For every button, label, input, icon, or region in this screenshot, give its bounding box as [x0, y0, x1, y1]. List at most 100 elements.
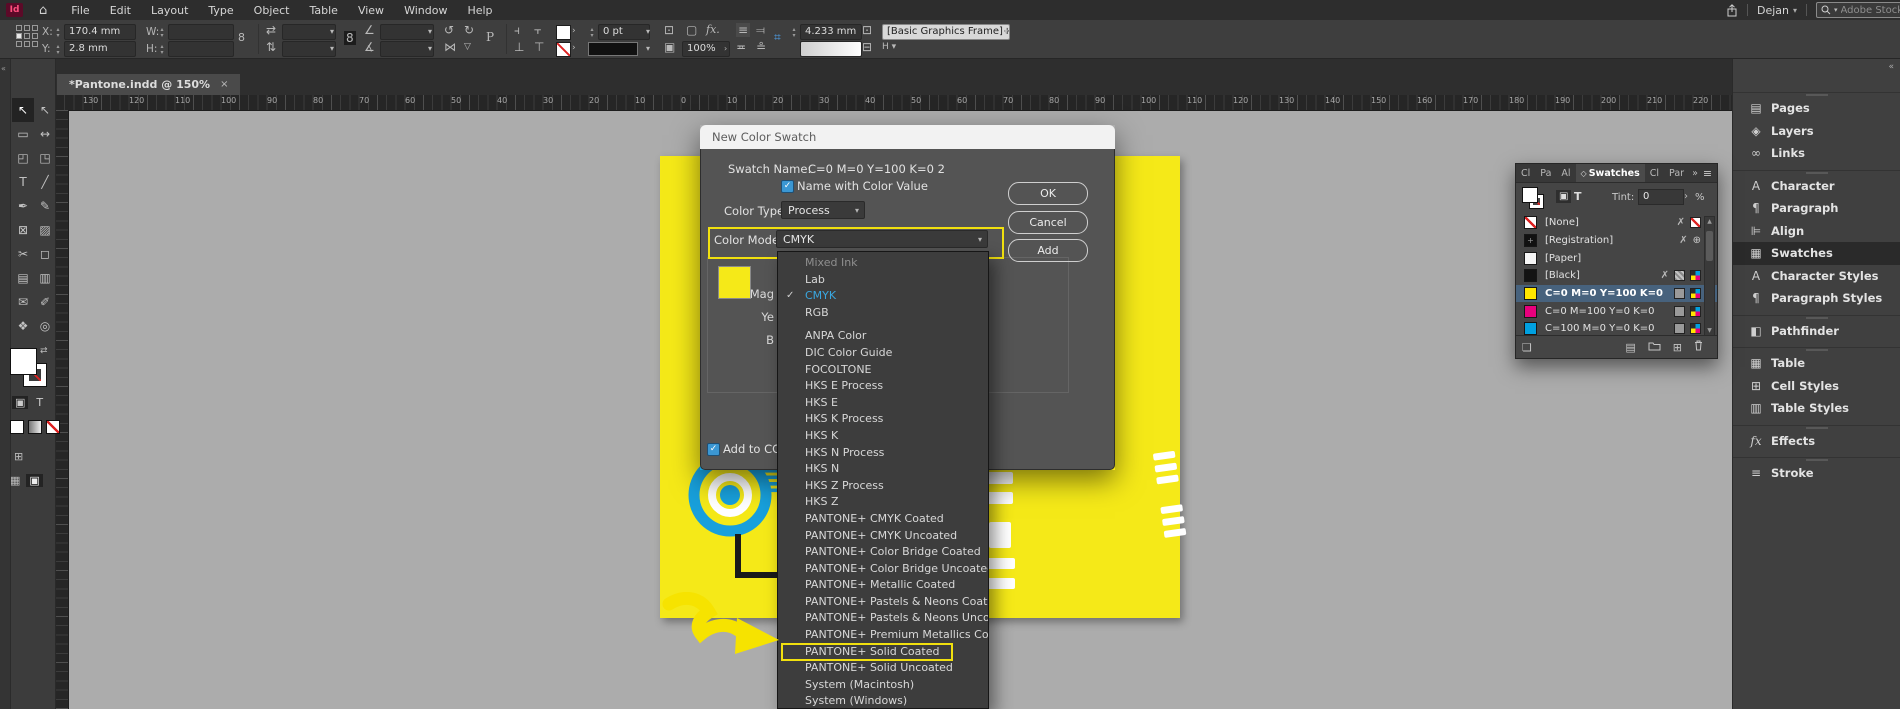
swatch-row-c-0-m-0-y-100-k-0[interactable]: C=0 M=0 Y=100 K=0 — [1516, 285, 1717, 303]
reference-point-proxy[interactable] — [16, 25, 39, 48]
rotation-chevron-icon[interactable]: ▾ — [428, 25, 432, 39]
object-style-select[interactable]: [Basic Graphics Frame]+ — [882, 24, 1010, 40]
formatting-affects-container-icon[interactable]: ▣ — [12, 396, 28, 409]
scroll-down-icon[interactable]: ▼ — [1705, 327, 1714, 334]
hand-tool[interactable]: ❖ — [12, 314, 34, 338]
dialog-titlebar[interactable]: New Color Swatch — [700, 125, 1115, 149]
color-mode-option-focoltone[interactable]: FOCOLTONE — [778, 362, 988, 379]
menu-layout[interactable]: Layout — [141, 2, 198, 19]
view-options-icon[interactable]: ⊞ — [14, 450, 23, 463]
align-top-icon[interactable]: ≖ — [736, 40, 746, 54]
free-transform-tool[interactable]: ◻ — [34, 242, 56, 266]
flip-horizontal-icon[interactable]: ⇄ — [266, 23, 276, 37]
formatting-affects-text-icon[interactable]: T — [36, 396, 43, 409]
corner-size-stepper[interactable]: ▴▾ — [790, 27, 798, 39]
color-mode-option-hks-k-process[interactable]: HKS K Process — [778, 411, 988, 428]
stroke-style-swatch[interactable] — [588, 42, 638, 56]
fill-color-proxy[interactable] — [10, 348, 37, 375]
color-mode-option-cmyk[interactable]: ✓CMYK — [778, 288, 988, 305]
home-icon[interactable]: ⌂ — [39, 3, 47, 18]
rectangle-tool[interactable]: ▨ — [34, 218, 56, 242]
dock-item-paragraph-styles[interactable]: ¶Paragraph Styles — [1733, 287, 1900, 310]
menu-type[interactable]: Type — [198, 2, 243, 19]
flip-icon[interactable]: ⋈ — [444, 40, 456, 54]
select-container-icon[interactable]: ⫞ — [514, 23, 520, 37]
wrap-options-icon[interactable]: H ▾ — [882, 40, 896, 54]
apply-gradient-icon[interactable] — [28, 420, 42, 434]
panel-tab-al[interactable]: Al — [1556, 164, 1575, 182]
rotate-ccw-icon[interactable]: ↺ — [444, 23, 454, 37]
expand-dock-icon[interactable]: « — [1888, 62, 1894, 72]
scale-y-chevron-icon[interactable]: ▾ — [330, 42, 334, 56]
tint-field[interactable]: 0 — [1638, 189, 1684, 205]
object-style-chevron-icon[interactable]: ▾ — [1004, 25, 1008, 39]
page-tool[interactable]: ▭ — [12, 122, 34, 146]
align-indent-icon[interactable]: ⫤ — [756, 23, 765, 37]
dock-item-layers[interactable]: ◈Layers — [1733, 120, 1900, 143]
text-wrap-icon[interactable]: ⊡ — [862, 23, 872, 37]
dock-item-character-styles[interactable]: ACharacter Styles — [1733, 265, 1900, 288]
rotation-angle-field[interactable] — [380, 24, 434, 40]
scale-x-chevron-icon[interactable]: ▾ — [330, 25, 334, 39]
h-stepper[interactable]: ▴▾ — [158, 44, 166, 56]
corner-options-icon[interactable]: ⊡ — [664, 23, 674, 37]
selection-tool[interactable]: ↖ — [12, 98, 34, 122]
swatch-row-registration[interactable]: +[Registration]✗⊕ — [1516, 232, 1717, 250]
rotate-cw-icon[interactable]: ↻ — [464, 23, 474, 37]
color-mode-option-pantone-pastels-neons-uncoated[interactable]: PANTONE+ Pastels & Neons Uncoated — [778, 610, 988, 627]
swatch-row-c-0-m-100-y-0-k-0[interactable]: C=0 M=100 Y=0 K=0 — [1516, 302, 1717, 320]
gradient-feather-tool[interactable]: ▥ — [34, 266, 56, 290]
gradient-field[interactable] — [800, 41, 862, 57]
panel-menu-icon[interactable]: ≡ — [1701, 167, 1717, 180]
frame-tool[interactable]: ⊠ — [12, 218, 34, 242]
direct-selection-tool[interactable]: ↖ — [34, 98, 56, 122]
stroke-expand-icon[interactable]: › — [572, 41, 576, 55]
search-input[interactable]: ▾ Adobe Stock — [1816, 2, 1900, 18]
share-icon[interactable] — [1726, 4, 1738, 17]
ok-button[interactable]: OK — [1008, 182, 1088, 205]
x-value-field[interactable]: 170.4 mm — [64, 24, 136, 40]
align-left-icon[interactable]: ≡ — [736, 23, 750, 37]
screen-mode-normal-icon[interactable]: ▦ — [10, 474, 20, 487]
line-tool[interactable]: ╱ — [34, 170, 56, 194]
pen-tool[interactable]: ✒ — [12, 194, 34, 218]
fill-expand-icon[interactable]: › — [572, 24, 576, 38]
gradient-tool[interactable]: ▤ — [12, 266, 34, 290]
new-mixed-ink-icon[interactable]: ▤ — [1625, 341, 1635, 354]
color-type-select[interactable]: Process ▾ — [781, 201, 865, 219]
frame-fitting-icon[interactable]: ⌗ — [774, 30, 781, 44]
dock-item-links[interactable]: ∞Links — [1733, 142, 1900, 165]
color-mode-option-pantone-color-bridge-uncoated[interactable]: PANTONE+ Color Bridge Uncoated — [778, 561, 988, 578]
opacity-field[interactable]: 100% — [682, 41, 730, 57]
dock-item-pathfinder[interactable]: ◧Pathfinder — [1733, 320, 1900, 343]
reference-point-dot[interactable] — [16, 33, 22, 39]
color-mode-option-pantone-solid-uncoated[interactable]: PANTONE+ Solid Uncoated — [778, 660, 988, 677]
panel-tab-cl[interactable]: Cl — [1645, 164, 1664, 182]
panel-tab-swatches[interactable]: ◇Swatches — [1576, 164, 1645, 182]
color-mode-option-anpa-color[interactable]: ANPA Color — [778, 328, 988, 345]
menu-object[interactable]: Object — [244, 2, 300, 19]
corner-size-field[interactable]: 4.233 mm — [800, 24, 862, 40]
color-mode-option-hks-n-process[interactable]: HKS N Process — [778, 445, 988, 462]
select-content-icon[interactable]: ⫟ — [534, 23, 541, 37]
panel-tab-par[interactable]: Par — [1664, 164, 1689, 182]
stroke-swatch[interactable] — [556, 42, 571, 57]
h-value-field[interactable] — [168, 41, 234, 57]
menu-file[interactable]: File — [61, 2, 99, 19]
swatch-row-none[interactable]: [None]✗ — [1516, 214, 1717, 232]
constrain-proportions-icon[interactable]: 8 — [238, 31, 245, 45]
scrollbar-thumb[interactable] — [1706, 231, 1713, 261]
w-stepper[interactable]: ▴▾ — [158, 27, 166, 39]
show-swatch-kinds-icon[interactable]: ❏ — [1522, 341, 1532, 354]
dock-item-effects[interactable]: fxEffects — [1733, 430, 1900, 453]
flip-vertical-icon[interactable]: ⇅ — [266, 40, 276, 54]
horizontal-ruler[interactable]: 1301201101009080706050403020100102030405… — [55, 95, 1732, 111]
reference-point-dot[interactable] — [16, 25, 22, 31]
menu-edit[interactable]: Edit — [100, 2, 141, 19]
menu-table[interactable]: Table — [300, 2, 348, 19]
reference-point-dot[interactable] — [32, 25, 38, 31]
reference-point-dot[interactable] — [32, 33, 38, 39]
dock-item-cell-styles[interactable]: ⊞Cell Styles — [1733, 375, 1900, 398]
link-scale-icon[interactable]: 8 — [344, 31, 356, 45]
collapse-dock-icon[interactable]: « — [1, 64, 6, 73]
